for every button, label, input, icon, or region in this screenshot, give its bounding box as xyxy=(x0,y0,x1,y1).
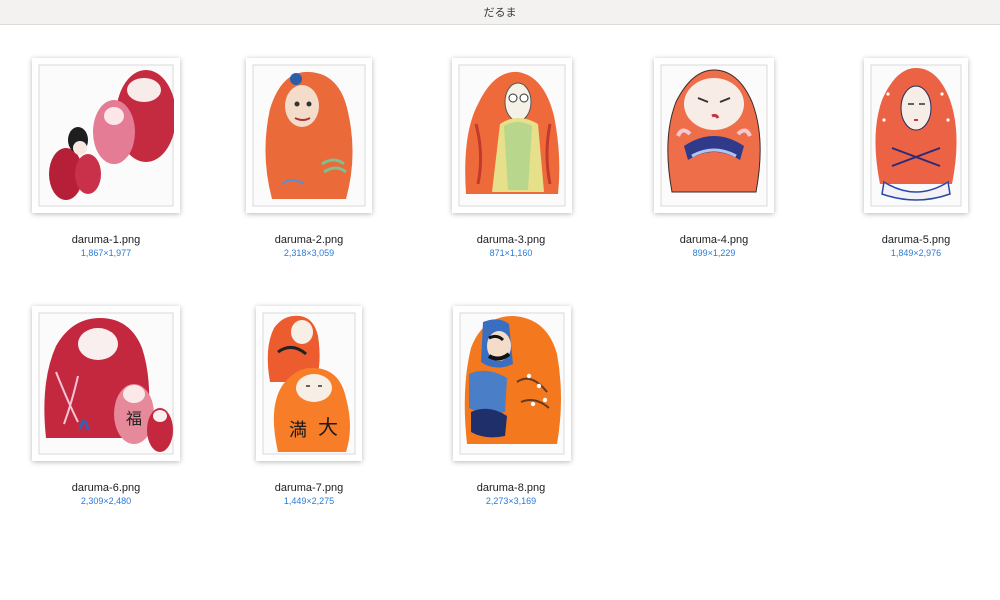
file-item-daruma-5[interactable]: daruma-5.png 1,849×2,976 xyxy=(836,58,996,258)
svg-text:満: 満 xyxy=(289,420,307,441)
thumbnail-daruma-3[interactable] xyxy=(452,58,572,213)
file-name: daruma-6.png xyxy=(71,482,141,494)
daruma-image-icon xyxy=(870,64,962,207)
file-dimensions: 2,309×2,480 xyxy=(80,496,132,506)
svg-text:福: 福 xyxy=(126,409,142,428)
file-name: daruma-2.png xyxy=(274,234,344,246)
file-item-daruma-7[interactable]: 満 大 daruma-7.png 1,449×2,275 xyxy=(229,306,389,506)
thumbnail-daruma-5[interactable] xyxy=(864,58,968,213)
thumbnail-daruma-2[interactable] xyxy=(246,58,372,213)
file-name: daruma-8.png xyxy=(476,482,546,494)
file-dimensions: 899×1,229 xyxy=(692,248,736,258)
daruma-image-icon: 福 xyxy=(38,312,174,455)
file-item-daruma-8[interactable]: daruma-8.png 2,273×3,169 xyxy=(431,306,591,506)
thumbnail-daruma-6[interactable]: 福 xyxy=(32,306,180,461)
file-item-daruma-4[interactable]: daruma-4.png 899×1,229 xyxy=(634,58,794,258)
file-item-daruma-3[interactable]: daruma-3.png 871×1,160 xyxy=(431,58,591,258)
file-dimensions: 1,849×2,976 xyxy=(890,248,942,258)
file-dimensions: 2,318×3,059 xyxy=(283,248,335,258)
file-name: daruma-3.png xyxy=(476,234,546,246)
file-item-daruma-6[interactable]: 福 daruma-6.png 2,309×2,480 xyxy=(26,306,186,506)
daruma-image-icon xyxy=(459,312,565,455)
file-name: daruma-4.png xyxy=(679,234,749,246)
thumbnail-daruma-1[interactable] xyxy=(32,58,180,213)
file-dimensions: 1,449×2,275 xyxy=(283,496,335,506)
daruma-image-icon xyxy=(252,64,366,207)
svg-text:大: 大 xyxy=(318,415,338,439)
file-item-daruma-2[interactable]: daruma-2.png 2,318×3,059 xyxy=(229,58,389,258)
file-name: daruma-5.png xyxy=(881,234,951,246)
thumbnail-daruma-8[interactable] xyxy=(453,306,571,461)
file-item-daruma-1[interactable]: daruma-1.png 1,867×1,977 xyxy=(26,58,186,258)
file-name: daruma-7.png xyxy=(274,482,344,494)
thumbnail-daruma-4[interactable] xyxy=(654,58,774,213)
file-dimensions: 871×1,160 xyxy=(489,248,533,258)
window-titlebar[interactable]: だるま xyxy=(0,0,1000,25)
daruma-image-icon xyxy=(660,64,768,207)
file-name: daruma-1.png xyxy=(71,234,141,246)
daruma-image-icon: 満 大 xyxy=(262,312,356,455)
file-dimensions: 2,273×3,169 xyxy=(485,496,537,506)
thumbnail-daruma-7[interactable]: 満 大 xyxy=(256,306,362,461)
daruma-image-icon xyxy=(458,64,566,207)
daruma-image-icon xyxy=(38,64,174,207)
window-title: だるま xyxy=(483,7,517,19)
file-dimensions: 1,867×1,977 xyxy=(80,248,132,258)
